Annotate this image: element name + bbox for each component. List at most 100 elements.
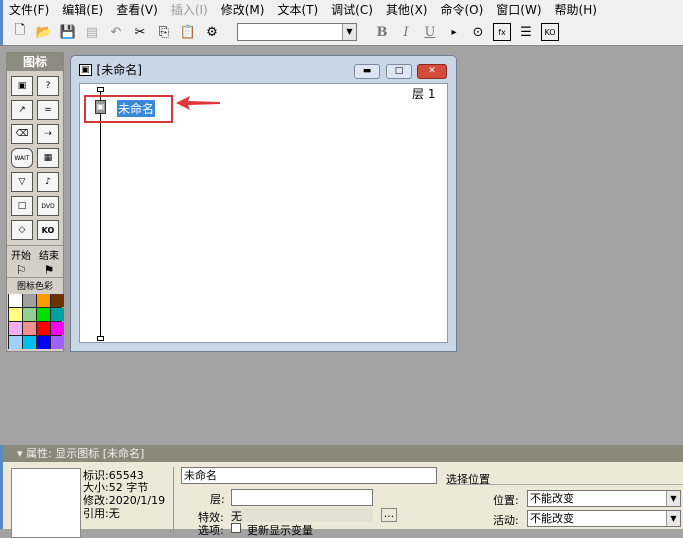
reference-text: 引用:无 <box>83 507 120 520</box>
flowline-window: ▣ [未命名] ▬ □ ✕ 层 1 ▣ 未命名 <box>70 55 457 352</box>
menu-other[interactable]: 其他(X) <box>386 1 428 18</box>
color-swatch[interactable] <box>51 308 64 321</box>
layer-input[interactable] <box>231 489 373 506</box>
navigate-icon[interactable]: ⇢ <box>37 124 59 144</box>
layer-value: 1 <box>427 87 436 101</box>
interaction-icon[interactable]: ? <box>37 76 59 96</box>
update-variables-label: 更新显示变量 <box>247 524 313 537</box>
menu-edit[interactable]: 编辑(E) <box>62 1 103 18</box>
color-swatch[interactable] <box>37 336 50 349</box>
minimize-button[interactable]: ▬ <box>354 64 380 79</box>
functions-icon[interactable]: fx <box>493 23 511 41</box>
save-all-icon[interactable]: 💾 <box>59 23 77 41</box>
sound-icon[interactable]: ♪ <box>37 172 59 192</box>
chevron-down-icon[interactable]: ▼ <box>666 491 680 506</box>
update-variables-checkbox[interactable] <box>231 523 241 533</box>
color-swatch[interactable] <box>9 308 22 321</box>
underline-button[interactable]: U <box>421 23 439 41</box>
decision-icon[interactable]: ▽ <box>11 172 33 192</box>
italic-button[interactable]: I <box>397 23 415 41</box>
digital-movie-icon[interactable]: □ <box>11 196 33 216</box>
color-swatch[interactable] <box>23 308 36 321</box>
position-value: 不能改变 <box>530 492 574 505</box>
layer-label: 层: <box>210 493 225 506</box>
properties-title: 属性: 显示图标 [未命名] <box>26 447 145 460</box>
find-icon[interactable]: ⚙ <box>203 23 221 41</box>
menu-file[interactable]: 文件(F) <box>9 1 49 18</box>
new-file-icon[interactable]: 🗋 <box>11 23 29 41</box>
chevron-down-icon[interactable]: ▼ <box>342 24 356 40</box>
layer-label: 层 <box>412 87 425 101</box>
maximize-button[interactable]: □ <box>386 64 412 79</box>
menu-commands[interactable]: 命令(O) <box>440 1 483 18</box>
flowline <box>100 88 101 338</box>
collapse-icon[interactable]: ▾ <box>17 447 26 460</box>
menu-text[interactable]: 文本(T) <box>277 1 318 18</box>
end-flag-label: 结束 <box>39 251 59 262</box>
properties-header: ▾ 属性: 显示图标 [未命名] <box>3 445 683 462</box>
video-icon[interactable]: DVD <box>37 196 59 216</box>
color-swatch[interactable] <box>9 336 22 349</box>
active-select[interactable]: 不能改变 ▼ <box>527 510 681 527</box>
icon-palette: 图标 ▣ ? ↗ = ⌫ ⇢ WAIT ▦ ▽ ♪ □ DVD ◇ KO 开始结… <box>6 52 64 352</box>
options-label: 选项: <box>198 524 224 537</box>
start-flag-icon[interactable]: ⚐ <box>16 263 27 277</box>
color-swatch[interactable] <box>37 308 50 321</box>
menu-window[interactable]: 窗口(W) <box>496 1 541 18</box>
color-swatch[interactable] <box>23 336 36 349</box>
layer-indicator: 层 1 <box>412 85 435 102</box>
import-icon[interactable]: ▤ <box>83 23 101 41</box>
knowledge-objects-icon[interactable]: KO <box>541 23 559 41</box>
color-swatches <box>8 294 64 349</box>
motion-icon[interactable]: ↗ <box>11 100 33 120</box>
menu-debug[interactable]: 调试(C) <box>331 1 373 18</box>
color-swatch[interactable] <box>51 294 64 307</box>
active-value: 不能改变 <box>530 512 574 525</box>
control-panel-icon[interactable]: ⊙ <box>469 23 487 41</box>
bold-button[interactable]: B <box>373 23 391 41</box>
wait-icon[interactable]: WAIT <box>11 148 33 168</box>
erase-icon[interactable]: ⌫ <box>11 124 33 144</box>
color-swatch[interactable] <box>9 322 22 335</box>
color-swatch[interactable] <box>9 294 22 307</box>
color-swatch[interactable] <box>37 322 50 335</box>
display-icon[interactable]: ▣ <box>95 100 106 114</box>
paste-icon[interactable]: 📋 <box>179 23 197 41</box>
window-title: [未命名] <box>96 63 142 77</box>
chevron-down-icon[interactable]: ▼ <box>666 511 680 526</box>
framework-icon[interactable]: ▦ <box>37 148 59 168</box>
knowledge-object-icon[interactable]: KO <box>37 220 59 240</box>
position-select[interactable]: 不能改变 ▼ <box>527 490 681 507</box>
run-icon[interactable]: ▸ <box>445 23 463 41</box>
color-swatch[interactable] <box>51 322 64 335</box>
font-select[interactable]: ▼ <box>237 23 357 41</box>
menu-help[interactable]: 帮助(H) <box>555 1 597 18</box>
calculation-icon[interactable]: = <box>37 100 59 120</box>
end-flag-icon[interactable]: ⚑ <box>44 263 55 277</box>
color-swatch[interactable] <box>51 336 64 349</box>
color-swatch[interactable] <box>23 322 36 335</box>
position-label: 位置: <box>493 494 519 507</box>
flowline-canvas[interactable]: 层 1 ▣ 未命名 <box>79 83 448 343</box>
menu-bar: 文件(F) 编辑(E) 查看(V) 插入(I) 修改(M) 文本(T) 调试(C… <box>0 0 683 19</box>
variables-icon[interactable]: ☰ <box>517 23 535 41</box>
copy-icon[interactable]: ⎘ <box>155 23 173 41</box>
palette-title: 图标 <box>7 53 63 71</box>
active-label: 活动: <box>493 514 519 527</box>
map-icon[interactable]: ◇ <box>11 220 33 240</box>
menu-insert[interactable]: 插入(I) <box>171 1 208 18</box>
icon-title[interactable]: 未命名 <box>117 100 156 117</box>
paste-hand-marker[interactable] <box>97 87 104 92</box>
divider <box>173 467 174 537</box>
open-file-icon[interactable]: 📂 <box>35 23 53 41</box>
undo-icon[interactable]: ↶ <box>107 23 125 41</box>
color-swatch[interactable] <box>37 294 50 307</box>
effect-browse-button[interactable]: ... <box>381 508 397 522</box>
color-swatch[interactable] <box>23 294 36 307</box>
menu-modify[interactable]: 修改(M) <box>221 1 265 18</box>
menu-view[interactable]: 查看(V) <box>116 1 158 18</box>
icon-name-input[interactable]: 未命名 <box>181 467 437 484</box>
display-icon[interactable]: ▣ <box>11 76 33 96</box>
cut-icon[interactable]: ✂ <box>131 23 149 41</box>
close-button[interactable]: ✕ <box>417 64 447 79</box>
